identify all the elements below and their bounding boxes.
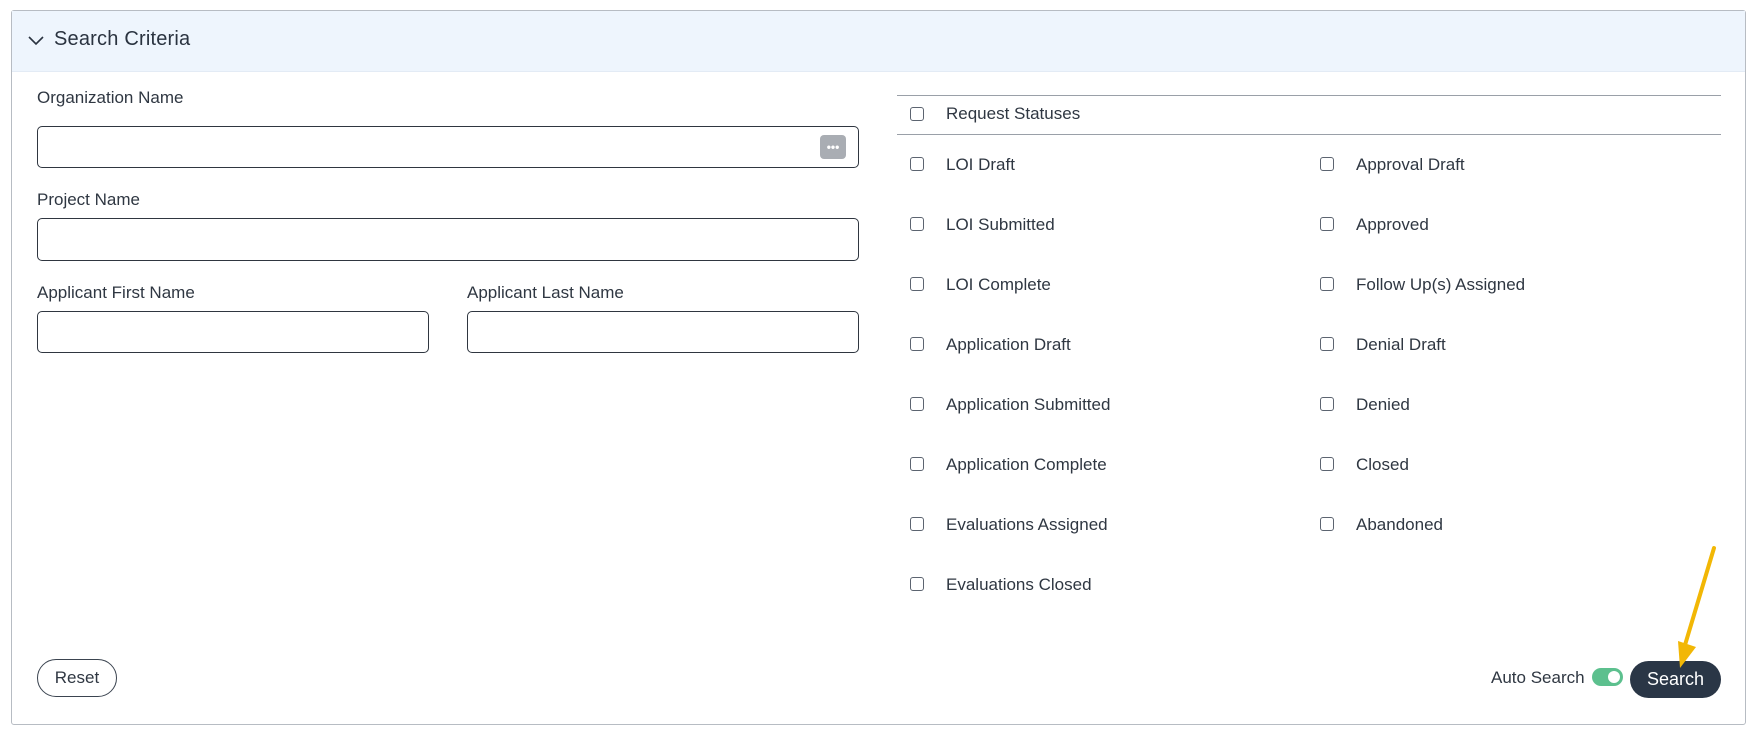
reset-button[interactable]: Reset bbox=[37, 659, 117, 697]
chevron-down-icon[interactable] bbox=[26, 31, 46, 51]
auto-search-label: Auto Search bbox=[1491, 668, 1585, 687]
organization-name-label: Organization Name bbox=[37, 88, 184, 107]
status-label: Abandoned bbox=[1356, 515, 1443, 534]
status-checkbox[interactable] bbox=[910, 457, 924, 471]
project-name-input[interactable] bbox=[37, 218, 859, 261]
status-label: LOI Complete bbox=[946, 275, 1051, 294]
status-label: Application Complete bbox=[946, 455, 1107, 474]
search-button[interactable]: Search bbox=[1630, 661, 1721, 698]
status-label: Approved bbox=[1356, 215, 1429, 234]
status-checkbox[interactable] bbox=[910, 517, 924, 531]
status-checkbox[interactable] bbox=[910, 577, 924, 591]
status-checkbox[interactable] bbox=[1320, 277, 1334, 291]
search-criteria-panel: Search Criteria bbox=[11, 10, 1746, 725]
status-checkbox[interactable] bbox=[910, 397, 924, 411]
status-label: Evaluations Assigned bbox=[946, 515, 1108, 534]
status-label: Follow Up(s) Assigned bbox=[1356, 275, 1526, 294]
status-label: Application Submitted bbox=[946, 395, 1111, 414]
status-label: Approval Draft bbox=[1356, 155, 1465, 174]
status-label: LOI Submitted bbox=[946, 215, 1055, 234]
lookup-glyph: ••• bbox=[826, 140, 840, 154]
status-label: Evaluations Closed bbox=[946, 575, 1092, 594]
statuses-bottom-divider bbox=[897, 134, 1721, 135]
status-label: Application Draft bbox=[946, 335, 1071, 354]
status-checkbox[interactable] bbox=[1320, 337, 1334, 351]
status-label: Denial Draft bbox=[1356, 335, 1446, 354]
status-checkbox[interactable] bbox=[1320, 217, 1334, 231]
status-label: Denied bbox=[1356, 395, 1410, 414]
panel-title: Search Criteria bbox=[54, 28, 191, 50]
applicant-first-name-input[interactable] bbox=[37, 311, 429, 353]
status-checkbox[interactable] bbox=[1320, 157, 1334, 171]
status-checkbox[interactable] bbox=[910, 217, 924, 231]
status-checkbox[interactable] bbox=[1320, 397, 1334, 411]
request-statuses-select-all-checkbox[interactable] bbox=[910, 107, 924, 121]
request-statuses-header: Request Statuses bbox=[946, 104, 1081, 123]
ellipsis-icon[interactable]: ••• bbox=[820, 135, 846, 159]
statuses-top-divider bbox=[897, 95, 1721, 96]
status-label: Closed bbox=[1356, 455, 1409, 474]
applicant-last-name-label: Applicant Last Name bbox=[467, 283, 624, 302]
panel-header[interactable]: Search Criteria bbox=[12, 11, 1745, 72]
applicant-last-name-input[interactable] bbox=[467, 311, 859, 353]
status-label: LOI Draft bbox=[946, 155, 1015, 174]
status-checkbox[interactable] bbox=[910, 337, 924, 351]
status-checkbox[interactable] bbox=[910, 277, 924, 291]
auto-search-toggle[interactable] bbox=[1592, 668, 1623, 686]
organization-name-input[interactable] bbox=[37, 126, 859, 168]
applicant-first-name-label: Applicant First Name bbox=[37, 283, 195, 302]
status-checkbox[interactable] bbox=[1320, 457, 1334, 471]
toggle-knob bbox=[1608, 671, 1620, 683]
project-name-label: Project Name bbox=[37, 190, 140, 209]
status-checkbox[interactable] bbox=[1320, 517, 1334, 531]
status-checkbox[interactable] bbox=[910, 157, 924, 171]
